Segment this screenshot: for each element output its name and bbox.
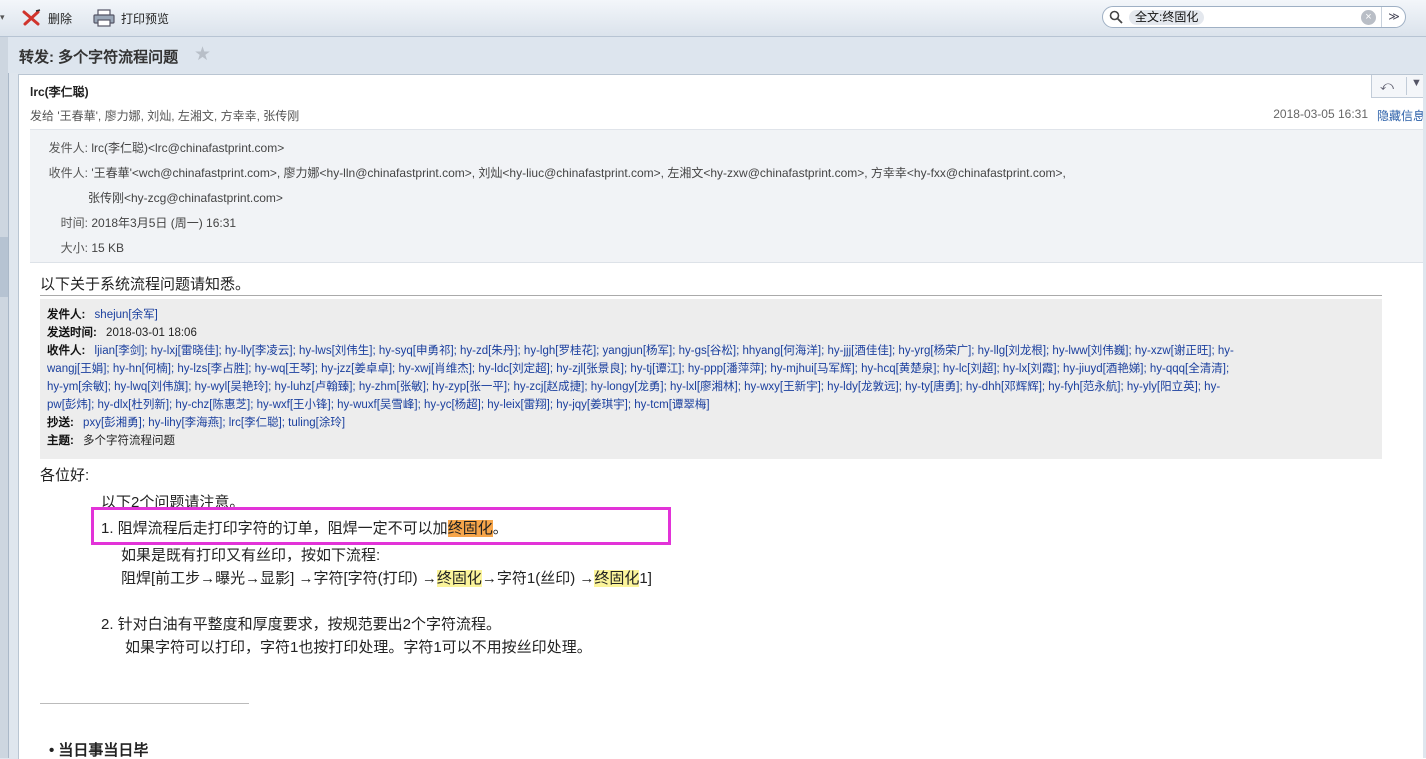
- details-from-label: 发件人:: [48, 141, 88, 155]
- mail-subject: 转发: 多个字符流程问题: [19, 49, 179, 66]
- details-time-row: 时间: 2018年3月5日 (周一) 16:31: [30, 214, 236, 232]
- delete-button[interactable]: 删除: [22, 7, 72, 29]
- delete-icon: [22, 9, 41, 26]
- details-to-value-line1: '王春華'<wch@chinafastprint.com>, 廖力娜<hy-ll…: [91, 166, 1066, 180]
- details-time-label: 时间:: [60, 216, 88, 230]
- reply-button-group: ⤺ ▼: [1371, 75, 1426, 98]
- item2: 2. 针对白油有平整度和厚度要求，按规范要出2个字符流程。: [101, 616, 502, 633]
- fwd-from-label: 发件人:: [47, 309, 86, 321]
- fwd-to-line4[interactable]: pw[彭炜]; hy-dlx[杜列新]; hy-chz[陈惠芝]; hy-wxf…: [47, 399, 710, 411]
- star-icon[interactable]: ★: [194, 43, 211, 66]
- greeting: 各位好:: [40, 467, 90, 484]
- details-to-label: 收件人:: [48, 166, 88, 180]
- item1-sub2-a: 阻焊[前工步→曝光→显影] →字符[字符(打印) →: [121, 570, 437, 587]
- details-to-value-line2: 张传刚<hy-zcg@chinafastprint.com>: [88, 191, 283, 205]
- print-preview-label: 打印预览: [121, 11, 170, 26]
- fwd-from-value[interactable]: shejun[余军]: [95, 309, 158, 321]
- fwd-cc-value[interactable]: pxy[彭湘勇]; hy-lihy[李海燕]; lrc[李仁聪]; tuling…: [83, 417, 345, 429]
- recipients-summary: 发给 '王春華', 廖力娜, 刘灿, 左湘文, 方幸幸, 张传刚: [30, 109, 300, 123]
- signature-text: 当日事当日毕: [58, 742, 149, 759]
- subject-bar: 转发: 多个字符流程问题 ★: [8, 37, 1426, 73]
- highlight-annotation-box: [91, 507, 671, 545]
- toolbar-dropdown-arrow-icon[interactable]: ▾: [0, 12, 5, 23]
- hide-info-link[interactable]: 隐藏信息: [1377, 107, 1425, 124]
- divider: [40, 295, 1382, 296]
- item1-sub2-c: 1]: [639, 570, 652, 587]
- search-field[interactable]: 全文:终固化 × ≫: [1102, 6, 1406, 28]
- item1-sub2-hl1: 终固化: [436, 570, 482, 587]
- search-icon: [1109, 10, 1123, 24]
- fwd-sent-value: 2018-03-01 18:06: [106, 327, 197, 339]
- body-intro: 以下关于系统流程问题请知悉。: [40, 276, 251, 293]
- mail-pane: lrc(李仁聪) 发给 '王春華', 廖力娜, 刘灿, 左湘文, 方幸幸, 张传…: [18, 74, 1426, 759]
- details-size-row: 大小: 15 KB: [30, 239, 124, 257]
- toolbar: ▾ 删除 打印预览 全文:终固化 × ≫: [0, 0, 1426, 37]
- fwd-to-label: 收件人:: [47, 345, 86, 357]
- reply-icon[interactable]: ⤺: [1380, 78, 1394, 94]
- search-options-chevron-icon[interactable]: ≫: [1381, 7, 1406, 27]
- clear-search-icon[interactable]: ×: [1361, 10, 1376, 25]
- signature-bullet: • 当日事当日毕: [49, 739, 148, 759]
- print-preview-button[interactable]: 打印预览: [93, 7, 169, 29]
- details-from-value: lrc(李仁聪)<lrc@chinafastprint.com>: [91, 141, 285, 155]
- item1-sub2: 阻焊[前工步→曝光→显影] →字符[字符(打印) →终固化→字符1(丝印) →终…: [121, 567, 652, 588]
- fwd-sent-label: 发送时间:: [47, 327, 97, 339]
- details-time-value: 2018年3月5日 (周一) 16:31: [91, 216, 237, 230]
- fwd-to-line3[interactable]: hy-ym[余敏]; hy-lwq[刘伟旗]; hy-wyl[吴艳玲]; hy-…: [47, 381, 1220, 393]
- fwd-to-line1[interactable]: ljian[李剑]; hy-lxj[雷晓佳]; hy-lly[李凌云]; hy-…: [95, 345, 1234, 357]
- details-from-row: 发件人: lrc(李仁聪)<lrc@chinafastprint.com>: [30, 139, 285, 157]
- fwd-cc-label: 抄送:: [47, 417, 74, 429]
- fwd-to-line2[interactable]: wangj[王娟]; hy-hn[何楠]; hy-lzs[李占胜]; hy-wq…: [47, 363, 1229, 375]
- details-to-row: 收件人: '王春華'<wch@chinafastprint.com>, 廖力娜<…: [30, 164, 1066, 182]
- details-to-row-cont: 张传刚<hy-zcg@chinafastprint.com>: [88, 189, 283, 207]
- left-panel-strip: [0, 37, 9, 758]
- details-size-label: 大小:: [60, 241, 88, 255]
- printer-icon: [93, 9, 115, 27]
- item2-sub: 如果字符可以打印，字符1也按打印处理。字符1可以不用按丝印处理。: [125, 639, 592, 656]
- signature-divider: [40, 703, 249, 704]
- mail-details: 发件人: lrc(李仁聪)<lrc@chinafastprint.com> 收件…: [30, 129, 1426, 263]
- forwarded-header: 发件人: shejun[余军] 发送时间: 2018-03-01 18:06 收…: [40, 299, 1382, 459]
- fwd-subject-value: 多个字符流程问题: [83, 435, 176, 447]
- sender-name: lrc(李仁聪): [30, 85, 89, 99]
- details-size-value: 15 KB: [91, 241, 125, 255]
- item1-sub2-b: →字符1(丝印) →: [481, 570, 595, 587]
- search-filter-chip[interactable]: 全文:终固化: [1129, 10, 1205, 25]
- item1-sub1: 如果是既有打印又有丝印，按如下流程:: [121, 547, 381, 564]
- reply-options-chevron-icon[interactable]: ▼: [1406, 77, 1422, 95]
- bullet-dot-icon: •: [49, 742, 59, 759]
- delete-label: 删除: [48, 11, 73, 26]
- item1-sub2-hl2: 终固化: [594, 570, 640, 587]
- mail-datetime: 2018-03-05 16:31: [1273, 107, 1368, 121]
- fwd-subject-label: 主题:: [47, 435, 74, 447]
